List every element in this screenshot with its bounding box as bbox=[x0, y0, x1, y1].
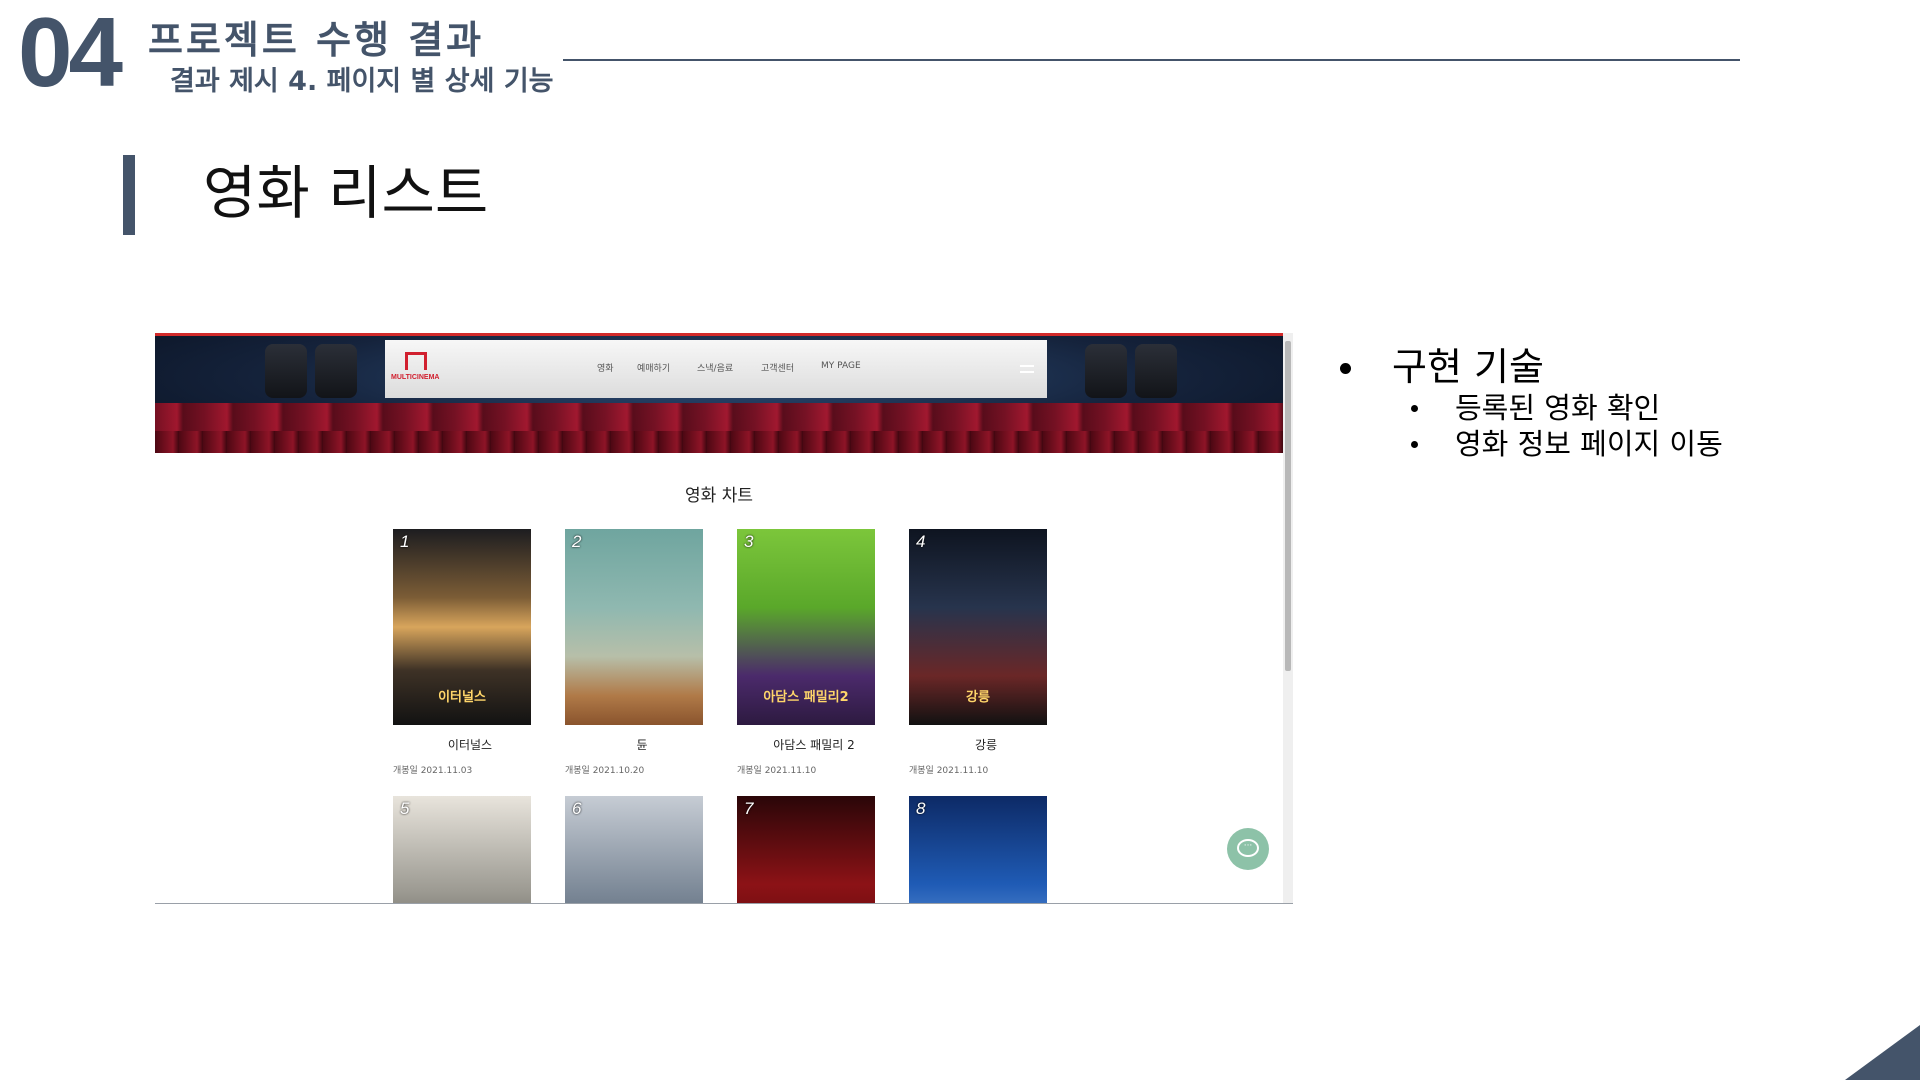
screenshot-bottom-border bbox=[155, 903, 1293, 904]
movie-chart-title: 영화 차트 bbox=[685, 486, 753, 506]
rank-number: 8 bbox=[916, 799, 926, 818]
release-date: 개봉일 2021.10.20 bbox=[565, 766, 645, 776]
movie-poster[interactable]: 7 bbox=[737, 796, 875, 904]
movie-card[interactable]: 7 bbox=[737, 796, 875, 904]
bullet-item: 등록된 영화 확인 bbox=[1455, 391, 1661, 425]
scrollbar-thumb[interactable] bbox=[1285, 341, 1291, 671]
poster-title: 아담스 패밀리2 bbox=[763, 690, 849, 705]
poster-title: 강릉 bbox=[966, 690, 990, 705]
rank-number: 5 bbox=[400, 799, 410, 818]
rank-number: 6 bbox=[572, 799, 582, 818]
hero-banner: MULTICINEMA 영화 예매하기 스낵/음료 고객센터 MY PAGE bbox=[155, 333, 1283, 453]
scrollbar[interactable] bbox=[1283, 333, 1293, 904]
movie-poster[interactable]: 1 이터널스 bbox=[393, 529, 531, 725]
nav-mypage[interactable]: MY PAGE bbox=[821, 361, 861, 371]
header-title: 프로젝트 수행 결과 bbox=[148, 18, 485, 62]
release-date: 개봉일 2021.11.03 bbox=[393, 766, 473, 776]
speaker-image bbox=[265, 344, 307, 398]
chat-bubble-icon: ··· bbox=[1237, 839, 1259, 857]
header-divider bbox=[563, 59, 1740, 61]
movie-card[interactable]: 4 강릉 강릉 개봉일 2021.11.10 bbox=[909, 529, 1047, 776]
section-accent-bar bbox=[123, 155, 135, 235]
rank-number: 2 bbox=[572, 532, 582, 551]
movie-card[interactable]: 2 듄 개봉일 2021.10.20 bbox=[565, 529, 703, 776]
movie-poster[interactable]: 2 bbox=[565, 529, 703, 725]
site-navbar: MULTICINEMA 영화 예매하기 스낵/음료 고객센터 MY PAGE bbox=[385, 340, 1047, 398]
section-title: 영화 리스트 bbox=[203, 159, 489, 227]
nav-movies[interactable]: 영화 bbox=[597, 361, 614, 374]
multicinema-logo-icon[interactable] bbox=[405, 352, 427, 370]
nav-snacks[interactable]: 스낵/음료 bbox=[697, 361, 733, 374]
speaker-image bbox=[1135, 344, 1177, 398]
nav-booking[interactable]: 예매하기 bbox=[637, 361, 670, 374]
bullet-icon bbox=[1411, 405, 1418, 412]
movie-poster[interactable]: 8 bbox=[909, 796, 1047, 904]
movie-card[interactable]: 6 bbox=[565, 796, 703, 904]
rank-number: 1 bbox=[400, 532, 410, 551]
chat-button[interactable]: ··· bbox=[1227, 828, 1269, 870]
speaker-image bbox=[1085, 344, 1127, 398]
movie-poster[interactable]: 6 bbox=[565, 796, 703, 904]
rank-number: 7 bbox=[744, 799, 754, 818]
hamburger-menu-icon[interactable] bbox=[1020, 365, 1034, 367]
section-number: 04 bbox=[18, 0, 123, 107]
logo-text[interactable]: MULTICINEMA bbox=[391, 374, 439, 381]
movie-card[interactable]: 5 bbox=[393, 796, 531, 904]
movie-poster[interactable]: 4 강릉 bbox=[909, 529, 1047, 725]
header-subtitle: 결과 제시 4. 페이지 별 상세 기능 bbox=[170, 66, 554, 97]
bullet-item: 영화 정보 페이지 이동 bbox=[1455, 427, 1723, 461]
speaker-image bbox=[315, 344, 357, 398]
movie-card[interactable]: 8 bbox=[909, 796, 1047, 904]
rank-number: 3 bbox=[744, 532, 754, 551]
bullet-icon bbox=[1340, 363, 1351, 374]
movie-card[interactable]: 3 아담스 패밀리2 아담스 패밀리 2 개봉일 2021.11.10 bbox=[737, 529, 875, 776]
movie-poster[interactable]: 3 아담스 패밀리2 bbox=[737, 529, 875, 725]
nav-support[interactable]: 고객센터 bbox=[761, 361, 794, 374]
movie-title[interactable]: 듄 bbox=[565, 736, 719, 753]
corner-decoration bbox=[1845, 1025, 1920, 1080]
bullet-main: 구현 기술 bbox=[1392, 345, 1544, 389]
release-date: 개봉일 2021.11.10 bbox=[909, 766, 989, 776]
movie-card[interactable]: 1 이터널스 이터널스 개봉일 2021.11.03 bbox=[393, 529, 531, 776]
movie-title[interactable]: 강릉 bbox=[909, 736, 1063, 753]
website-screenshot: MULTICINEMA 영화 예매하기 스낵/음료 고객센터 MY PAGE 영… bbox=[155, 333, 1293, 904]
movie-title[interactable]: 아담스 패밀리 2 bbox=[737, 736, 891, 753]
movie-title[interactable]: 이터널스 bbox=[393, 736, 547, 753]
rank-number: 4 bbox=[916, 532, 926, 551]
bullet-icon bbox=[1411, 441, 1418, 448]
release-date: 개봉일 2021.11.10 bbox=[737, 766, 817, 776]
poster-title: 이터널스 bbox=[438, 690, 486, 705]
theater-seats-front bbox=[155, 431, 1283, 453]
movie-poster[interactable]: 5 bbox=[393, 796, 531, 904]
